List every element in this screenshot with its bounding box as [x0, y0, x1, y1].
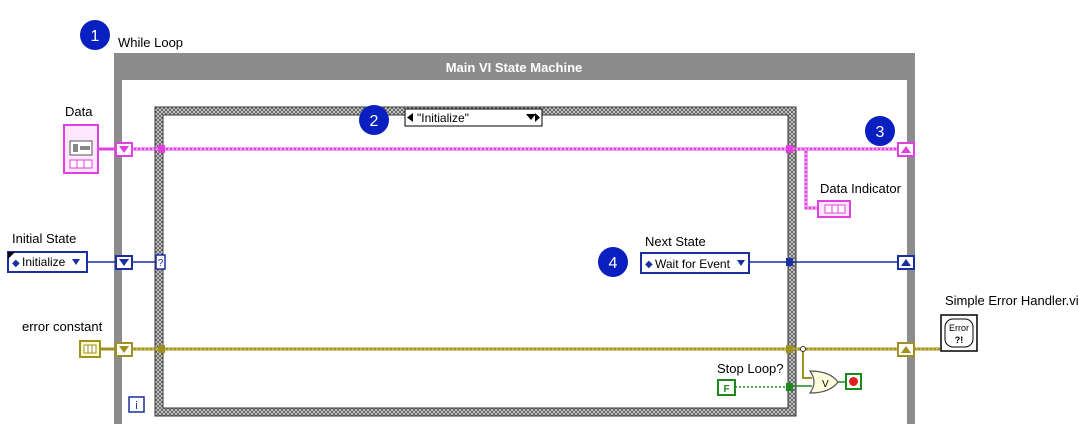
svg-text:4: 4	[609, 255, 618, 272]
badge-4: 4	[598, 247, 628, 277]
shift-register-right-data[interactable]	[897, 142, 915, 157]
svg-text:1: 1	[91, 28, 100, 45]
case-tunnel-data-out	[786, 145, 793, 153]
svg-text:?!: ?!	[955, 335, 964, 345]
case-selector-label: "Initialize"	[417, 111, 469, 125]
block-diagram: Main VI State Machine While Loop "Initia…	[7, 20, 1078, 424]
case-tunnel-stop-out	[786, 383, 793, 391]
false-constant[interactable]: F	[717, 379, 736, 396]
case-selector[interactable]: "Initialize"	[404, 108, 543, 127]
next-state-label: Next State	[645, 234, 706, 249]
shift-register-left-data[interactable]	[115, 142, 133, 157]
shift-register-right-state[interactable]	[897, 255, 915, 270]
svg-text:?: ?	[158, 258, 164, 269]
svg-text:Error: Error	[949, 323, 969, 333]
case-tunnel-error-in	[158, 345, 165, 353]
shift-register-left-error[interactable]	[115, 342, 133, 357]
simple-error-handler-icon[interactable]: Error ?!	[940, 314, 978, 352]
error-constant[interactable]	[79, 340, 101, 358]
loop-title: Main VI State Machine	[446, 60, 583, 75]
enum-icon: ◆	[645, 259, 653, 270]
shift-register-left-state[interactable]	[115, 255, 133, 270]
next-state-value: Wait for Event	[655, 257, 731, 271]
case-tunnel-error-out	[786, 345, 793, 353]
initial-state-value: Initialize	[22, 255, 66, 269]
initial-state-control[interactable]: ◆ Initialize	[7, 251, 88, 273]
subvi-label: Simple Error Handler.vi	[945, 293, 1078, 308]
error-constant-label: error constant	[22, 319, 103, 334]
error-status-node	[800, 346, 806, 352]
data-indicator-label: Data Indicator	[820, 181, 902, 196]
badge-2: 2	[359, 105, 389, 135]
case-tunnel-state-out	[786, 258, 793, 266]
shift-register-right-error[interactable]	[897, 342, 915, 357]
svg-text:3: 3	[876, 124, 885, 141]
svg-text:2: 2	[370, 113, 379, 130]
badge-3: 3	[865, 116, 895, 146]
svg-text:V: V	[822, 379, 829, 390]
data-indicator[interactable]	[817, 200, 851, 218]
data-control-label: Data	[65, 104, 93, 119]
svg-text:F: F	[723, 384, 729, 395]
enum-icon: ◆	[12, 258, 20, 269]
svg-text:i: i	[135, 400, 137, 412]
badge-1: 1	[80, 20, 110, 50]
case-selector-terminal[interactable]: ?	[155, 254, 166, 270]
case-tunnel-data-in	[158, 145, 165, 153]
iteration-terminal: i	[128, 396, 145, 413]
data-control[interactable]	[63, 124, 99, 174]
stop-terminal-icon[interactable]	[845, 373, 862, 390]
initial-state-label: Initial State	[12, 231, 76, 246]
while-loop-label: While Loop	[118, 35, 183, 50]
next-state-indicator[interactable]: ◆ Wait for Event	[640, 252, 750, 274]
stop-loop-label: Stop Loop?	[717, 361, 784, 376]
